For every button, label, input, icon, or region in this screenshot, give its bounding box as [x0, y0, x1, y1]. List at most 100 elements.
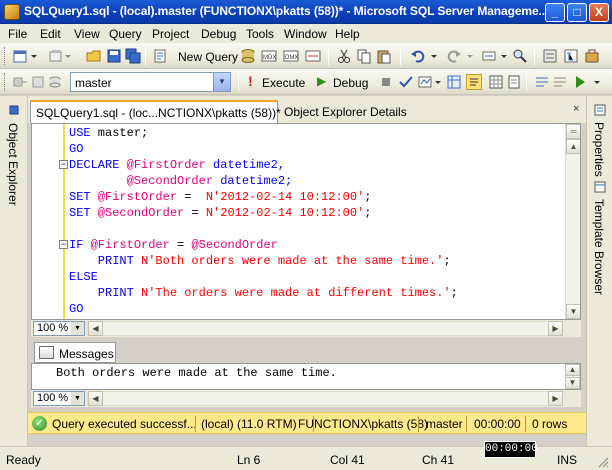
query-designer-icon[interactable] — [446, 74, 462, 90]
chevron-down-icon[interactable] — [434, 74, 442, 90]
chevron-down-icon[interactable] — [30, 48, 38, 64]
scroll-left-icon[interactable]: ◀ — [88, 391, 103, 406]
execute-button[interactable]: Execute — [262, 76, 305, 90]
toolbar-overflow-icon[interactable] — [592, 74, 602, 90]
xmla-query-icon[interactable] — [305, 48, 321, 64]
open-folder-icon[interactable] — [86, 48, 102, 64]
chevron-down-icon[interactable] — [64, 48, 72, 64]
chevron-down-icon[interactable]: ▼ — [71, 392, 84, 405]
database-selector[interactable]: master ▼ — [70, 72, 231, 92]
tab-object-explorer-details[interactable]: Object Explorer Details — [284, 105, 407, 119]
scroll-left-icon[interactable]: ◀ — [88, 321, 103, 336]
results-to-text-icon[interactable] — [466, 74, 482, 90]
parse-checkmark-icon[interactable] — [398, 74, 414, 90]
minimize-button[interactable]: _ — [545, 3, 565, 22]
scroll-up-icon[interactable]: ▲ — [566, 139, 580, 154]
template-browser-icon[interactable] — [593, 180, 607, 194]
query-editor[interactable]: − − USE master; GO DECLARE @FirstOrder d… — [31, 123, 581, 320]
toolbar-grip[interactable] — [4, 47, 7, 65]
left-dock-strip: Object Explorer — [0, 96, 28, 446]
query-status-database: master — [426, 417, 463, 431]
chevron-down-icon[interactable]: ▼ — [71, 322, 84, 335]
dmx-query-icon[interactable]: DMX — [283, 48, 299, 64]
run-icon[interactable] — [572, 74, 588, 90]
maximize-button[interactable]: □ — [567, 3, 587, 22]
messages-vertical-scrollbar[interactable]: ▲ ▼ — [565, 364, 580, 389]
scroll-up-icon[interactable]: ▲ — [565, 364, 580, 376]
messages-horizontal-scrollbar[interactable]: ◀ ▶ — [87, 391, 563, 406]
menu-view[interactable]: View — [74, 27, 100, 41]
new-query-icon[interactable] — [152, 48, 168, 64]
editor-horizontal-scrollbar[interactable]: ◀ ▶ — [87, 321, 563, 336]
cancel-query-icon[interactable] — [378, 74, 394, 90]
results-to-file-icon[interactable] — [506, 74, 522, 90]
query-status-rows: 0 rows — [532, 417, 568, 431]
editor-vertical-scrollbar[interactable]: ═ ▲ ▼ — [565, 124, 580, 319]
editor-zoom-selector[interactable]: 100 % ▼ — [33, 321, 85, 336]
new-project-icon[interactable] — [12, 48, 28, 64]
menu-tools[interactable]: Tools — [246, 27, 274, 41]
results-to-grid-icon[interactable] — [488, 74, 504, 90]
chevron-down-icon[interactable]: ▼ — [213, 73, 230, 91]
object-explorer-tab[interactable]: Object Explorer — [6, 123, 20, 206]
menu-query[interactable]: Query — [109, 27, 142, 41]
ssms-app-icon[interactable] — [4, 4, 20, 20]
split-handle-icon[interactable]: ═ — [566, 124, 580, 139]
available-databases-icon[interactable] — [48, 74, 62, 90]
save-icon[interactable] — [106, 48, 122, 64]
debug-button[interactable]: Debug — [333, 76, 368, 90]
uncomment-lines-icon[interactable] — [552, 74, 568, 90]
title-bar[interactable]: SQLQuery1.sql - (local).master (FUNCTION… — [0, 0, 612, 24]
menu-project[interactable]: Project — [152, 27, 189, 41]
menu-window[interactable]: Window — [284, 27, 327, 41]
display-estimated-plan-icon[interactable] — [417, 74, 433, 90]
scroll-down-icon[interactable]: ▼ — [565, 377, 580, 389]
comment-lines-icon[interactable] — [534, 74, 550, 90]
database-engine-query-icon[interactable] — [240, 48, 256, 64]
properties-tab[interactable]: Properties — [592, 122, 606, 177]
close-tab-icon[interactable]: × — [573, 104, 583, 115]
menu-help[interactable]: Help — [335, 27, 360, 41]
navigate-icon[interactable] — [481, 48, 497, 64]
scroll-right-icon[interactable]: ▶ — [548, 391, 563, 406]
query-status-bar: ✓ Query executed successf... (local) (11… — [28, 412, 586, 434]
cut-icon[interactable] — [336, 48, 352, 64]
tab-sqlquery1[interactable]: SQLQuery1.sql - (loc...NCTIONX\pkatts (5… — [30, 100, 281, 123]
undo-icon[interactable] — [410, 48, 426, 64]
template-browser-tab[interactable]: Template Browser — [592, 199, 606, 295]
chevron-down-icon[interactable] — [466, 48, 474, 64]
add-item-icon[interactable] — [48, 48, 64, 64]
save-all-icon[interactable] — [125, 48, 141, 64]
change-connection-icon[interactable] — [30, 74, 46, 90]
mdx-query-icon[interactable]: MDX — [261, 48, 277, 64]
close-button[interactable]: X — [589, 3, 609, 22]
collapse-region-icon[interactable]: − — [59, 160, 68, 169]
copy-icon[interactable] — [356, 48, 372, 64]
scroll-down-icon[interactable]: ▼ — [566, 304, 580, 319]
paste-icon[interactable] — [376, 48, 392, 64]
toolbox-icon[interactable] — [584, 48, 600, 64]
pin-icon[interactable] — [7, 103, 21, 117]
find-icon[interactable] — [512, 48, 528, 64]
registered-servers-icon[interactable] — [542, 48, 558, 64]
collapse-region-icon[interactable]: − — [59, 240, 68, 249]
new-query-button[interactable]: New Query — [178, 50, 238, 64]
code-line-5: SET @FirstOrder = N'2012-02-14 10:12:00'… — [69, 190, 372, 204]
resize-grip-icon[interactable] — [597, 456, 609, 468]
scroll-right-icon[interactable]: ▶ — [548, 321, 563, 336]
toolbar-grip[interactable] — [4, 73, 7, 91]
messages-output[interactable]: Both orders were made at the same time. … — [31, 363, 581, 390]
connect-icon[interactable] — [12, 74, 28, 90]
tab-messages[interactable]: Messages — [34, 342, 116, 363]
redo-icon[interactable] — [446, 48, 462, 64]
object-explorer-icon[interactable] — [563, 48, 579, 64]
properties-icon[interactable] — [593, 103, 607, 117]
debug-play-icon[interactable]: ▶ — [317, 74, 326, 88]
menu-edit[interactable]: Edit — [40, 27, 61, 41]
chevron-down-icon[interactable] — [500, 48, 508, 64]
messages-zoom-selector[interactable]: 100 % ▼ — [33, 391, 85, 406]
menu-debug[interactable]: Debug — [201, 27, 236, 41]
menu-file[interactable]: File — [8, 27, 27, 41]
execute-icon[interactable]: ! — [248, 73, 253, 89]
chevron-down-icon[interactable] — [430, 48, 438, 64]
